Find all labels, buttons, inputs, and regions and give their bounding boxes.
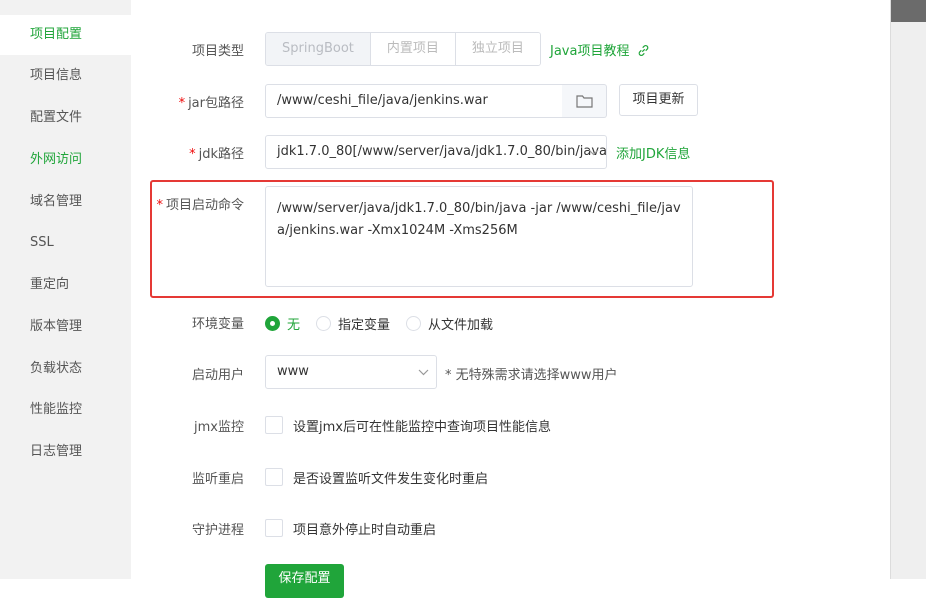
radio-icon xyxy=(265,316,280,331)
overlay-strip xyxy=(890,0,926,579)
daemon-checkbox[interactable] xyxy=(265,519,283,537)
jmx-checkbox[interactable] xyxy=(265,416,283,434)
sidebar-item-version[interactable]: 版本管理 xyxy=(0,307,131,347)
java-tutorial-link[interactable]: Java项目教程 xyxy=(550,40,650,59)
start-user-value: www xyxy=(277,364,309,379)
link-icon xyxy=(638,45,648,56)
project-type-springboot[interactable]: SpringBoot xyxy=(266,33,371,65)
env-radio-file-label: 从文件加载 xyxy=(428,318,494,333)
start-user-select[interactable]: www xyxy=(265,355,437,389)
folder-browse-button[interactable] xyxy=(562,84,607,118)
java-tutorial-link-text: Java项目教程 xyxy=(550,44,630,59)
save-config-button[interactable]: 保存配置 xyxy=(265,564,344,598)
watch-restart-checkbox-text: 是否设置监听文件发生变化时重启 xyxy=(293,472,489,487)
required-mark: * xyxy=(178,96,186,111)
jmx-checkbox-text: 设置jmx后可在性能监控中查询项目性能信息 xyxy=(293,420,551,435)
sidebar-item-load-status[interactable]: 负载状态 xyxy=(0,349,131,389)
sidebar-item-label: 负载状态 xyxy=(30,361,83,376)
project-type-selector: SpringBoot 内置项目 独立项目 xyxy=(265,32,541,66)
sidebar: 项目配置 项目信息 配置文件 外网访问 域名管理 SSL 重定向 版本管理 负载… xyxy=(0,0,131,579)
sidebar-item-label: 重定向 xyxy=(30,277,70,292)
sidebar-item-project-info[interactable]: 项目信息 xyxy=(0,56,131,96)
sidebar-item-domain[interactable]: 域名管理 xyxy=(0,182,131,222)
sidebar-item-config-file[interactable]: 配置文件 xyxy=(0,98,131,138)
jmx-label: jmx监控 xyxy=(194,420,244,435)
env-radio-none-label: 无 xyxy=(287,318,301,333)
sidebar-item-label: 性能监控 xyxy=(30,402,83,417)
daemon-label: 守护进程 xyxy=(191,523,244,538)
project-type-standalone[interactable]: 独立项目 xyxy=(455,33,540,65)
sidebar-item-ssl[interactable]: SSL xyxy=(0,223,131,263)
jdk-path-label-text: jdk路径 xyxy=(198,147,244,162)
sidebar-item-label: 项目信息 xyxy=(30,68,83,83)
env-radio-specify-label: 指定变量 xyxy=(338,318,391,333)
chevron-down-icon xyxy=(586,136,600,168)
folder-icon xyxy=(575,95,593,108)
jdk-path-label: * jdk路径 xyxy=(124,143,244,162)
required-mark: * xyxy=(189,147,196,162)
project-type-label: 项目类型 xyxy=(191,44,244,59)
chevron-down-icon xyxy=(416,356,430,388)
sidebar-item-external-access[interactable]: 外网访问 xyxy=(0,140,131,180)
sidebar-item-label: SSL xyxy=(30,235,54,250)
jdk-path-value: jdk1.7.0_80[/www/server/java/jdk1.7.0_80… xyxy=(277,144,607,159)
jar-path-label-text: jar包路径 xyxy=(188,96,244,111)
highlight-box xyxy=(150,180,774,298)
sidebar-item-label: 项目配置 xyxy=(30,27,83,42)
add-jdk-link[interactable]: 添加JDK信息 xyxy=(616,143,690,162)
sidebar-item-label: 配置文件 xyxy=(30,110,83,125)
env-radio-none[interactable]: 无 xyxy=(265,314,300,333)
jar-path-label: * jar包路径 xyxy=(124,92,244,111)
watch-restart-checkbox[interactable] xyxy=(265,468,283,486)
overlay-strip-top xyxy=(891,0,926,22)
radio-icon xyxy=(316,316,331,331)
project-update-button[interactable]: 项目更新 xyxy=(619,84,698,116)
sidebar-item-performance[interactable]: 性能监控 xyxy=(0,390,131,430)
sidebar-item-label: 外网访问 xyxy=(30,152,83,167)
sidebar-item-label: 日志管理 xyxy=(30,444,83,459)
sidebar-item-label: 域名管理 xyxy=(30,194,83,209)
sidebar-item-redirect[interactable]: 重定向 xyxy=(0,265,131,305)
sidebar-item-logs[interactable]: 日志管理 xyxy=(0,432,131,472)
watch-restart-label: 监听重启 xyxy=(191,472,244,487)
sidebar-item-project-config[interactable]: 项目配置 xyxy=(0,15,131,55)
env-radio-file[interactable]: 从文件加载 xyxy=(406,314,493,333)
project-type-builtin[interactable]: 内置项目 xyxy=(370,33,456,65)
daemon-checkbox-text: 项目意外停止时自动重启 xyxy=(293,523,437,538)
jdk-path-select[interactable]: jdk1.7.0_80[/www/server/java/jdk1.7.0_80… xyxy=(265,135,607,169)
start-user-label: 启动用户 xyxy=(191,368,244,383)
env-radio-specify[interactable]: 指定变量 xyxy=(316,314,390,333)
sidebar-item-label: 版本管理 xyxy=(30,319,83,334)
radio-icon xyxy=(406,316,421,331)
start-user-hint: * 无特殊需求请选择www用户 xyxy=(445,368,618,383)
jar-path-input[interactable]: /www/ceshi_file/java/jenkins.war xyxy=(265,84,563,118)
env-label: 环境变量 xyxy=(191,317,244,332)
